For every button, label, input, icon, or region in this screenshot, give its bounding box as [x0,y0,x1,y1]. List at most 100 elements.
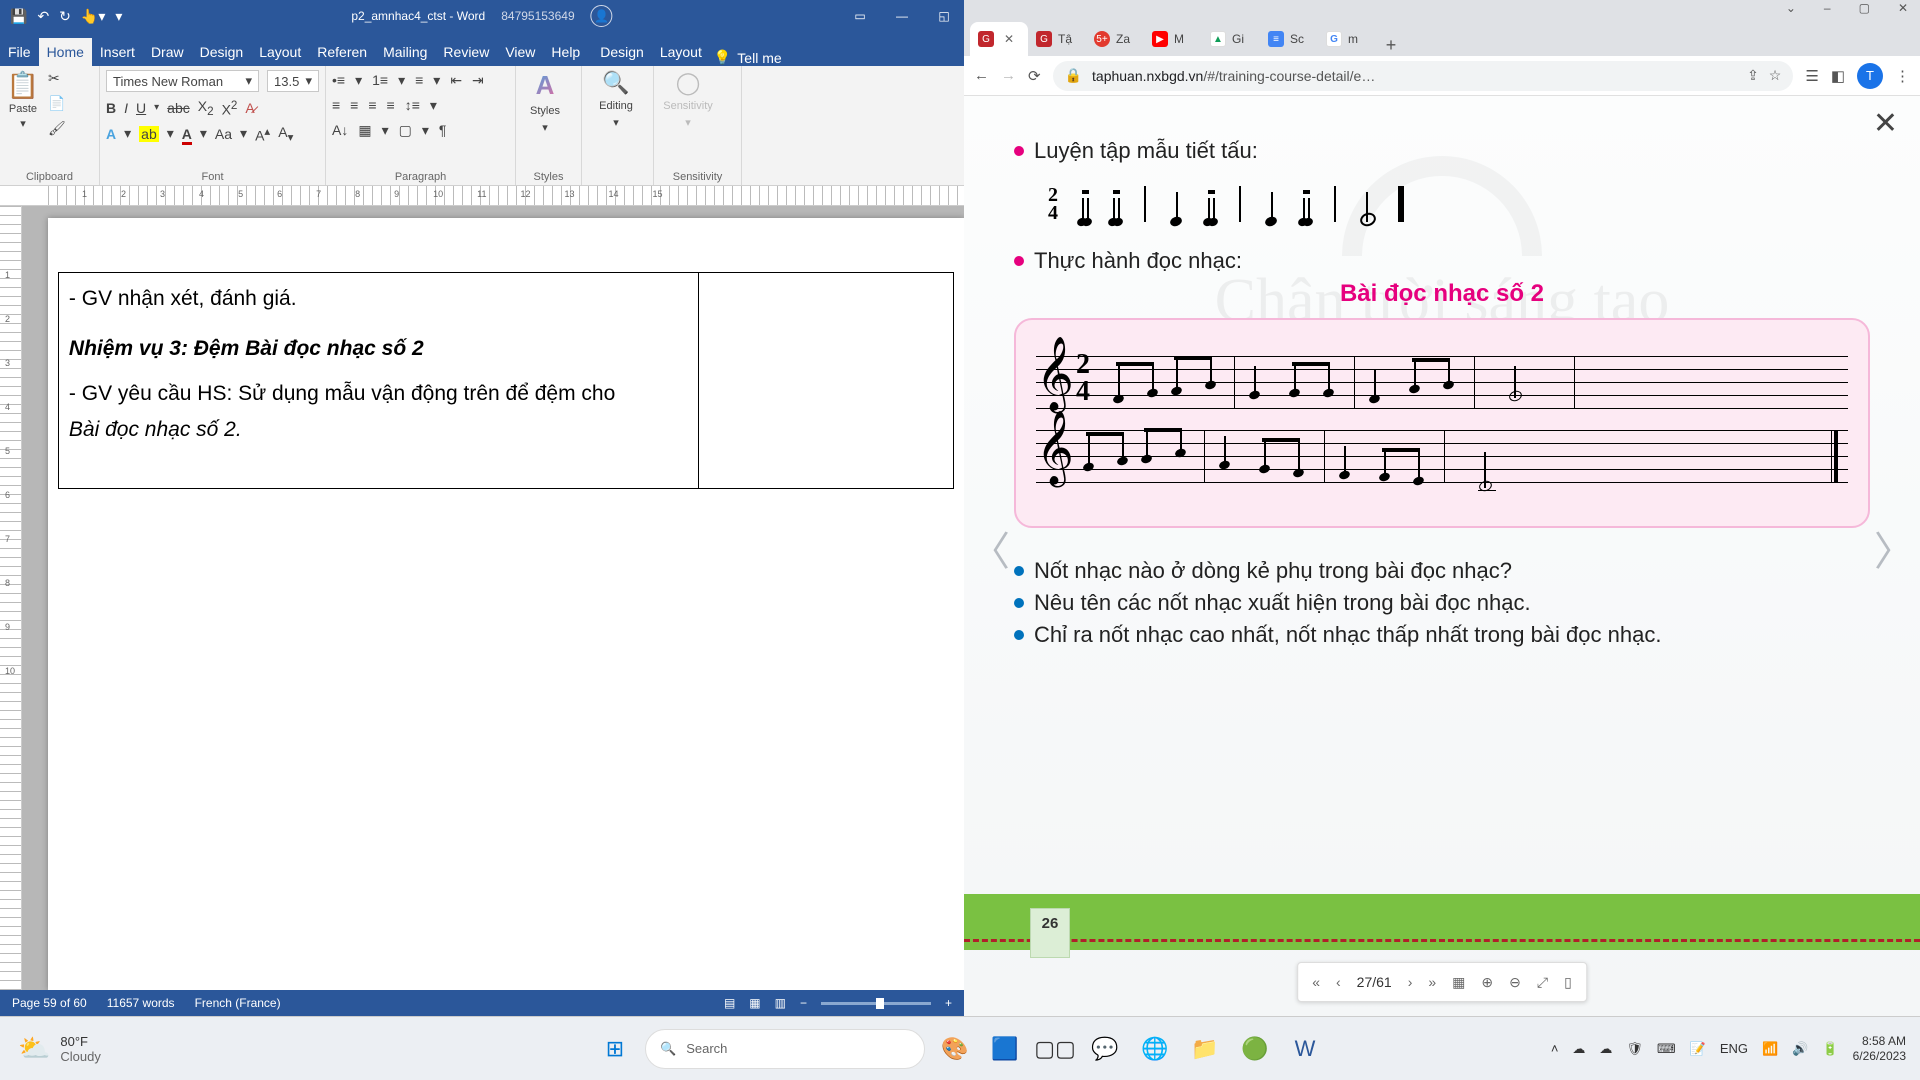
browser-tab[interactable]: Gm [1318,22,1376,56]
zoom-in-icon[interactable]: ⊕ [1481,974,1493,991]
volume-icon[interactable]: 🔊 [1792,1041,1808,1057]
read-mode-icon[interactable]: ▤ [724,996,735,1010]
onedrive-icon[interactable]: ☁ [1599,1041,1612,1057]
font-name-combo[interactable]: Times New Roman▾ [106,70,259,92]
shrink-font-button[interactable]: A▾ [278,124,293,144]
tab-insert[interactable]: Insert [92,38,143,66]
tray-chevron-icon[interactable]: ˄ [1551,1041,1559,1056]
tab-review[interactable]: Review [435,38,497,66]
show-marks-button[interactable]: ¶ [439,122,447,139]
forward-icon[interactable]: → [1001,67,1016,84]
styles-button[interactable]: A Styles▾ [522,70,568,134]
tab-view[interactable]: View [497,38,543,66]
increase-indent-button[interactable]: ⇥ [472,72,484,89]
paste-button[interactable]: 📋 Paste ▾ [6,70,40,130]
prev-page-icon[interactable]: ‹ [1336,974,1341,990]
tab-references[interactable]: Referen [309,38,375,66]
zoom-out-icon[interactable]: − [800,996,807,1010]
restore-icon[interactable]: ◱ [924,9,964,23]
user-avatar-icon[interactable]: 👤 [591,5,613,27]
font-color-button[interactable]: A [182,126,192,142]
start-button[interactable]: ⊞ [595,1029,635,1069]
next-page-icon[interactable]: 〉 [1874,519,1914,577]
cut-icon[interactable]: ✂ [48,70,66,87]
reload-icon[interactable]: ⟳ [1028,67,1041,85]
align-left-button[interactable]: ≡ [332,97,340,114]
maximize-icon[interactable]: ▢ [1859,1,1870,15]
line-spacing-button[interactable]: ↕≡ [405,97,420,114]
minimize-icon[interactable]: — [882,9,922,23]
chevron-down-icon[interactable]: ⌄ [1786,1,1796,15]
copy-icon[interactable]: 📄 [48,95,66,112]
tab-help[interactable]: Help [543,38,588,66]
taskbar-search[interactable]: 🔍 Search [645,1029,925,1069]
zoom-slider[interactable] [821,1002,931,1005]
kebab-menu-icon[interactable]: ⋮ [1895,67,1910,85]
align-right-button[interactable]: ≡ [368,97,376,114]
format-painter-icon[interactable]: 🖌 [48,120,66,137]
justify-button[interactable]: ≡ [387,97,395,114]
bullets-button[interactable]: •≡ [332,72,345,89]
underline-button[interactable]: U [136,100,146,116]
word-count[interactable]: 11657 words [107,996,175,1010]
onedrive-icon[interactable]: ☁ [1572,1041,1585,1057]
task-view-icon[interactable]: ▢▢ [1035,1029,1075,1069]
reading-list-icon[interactable]: ☰ [1805,67,1818,85]
grow-font-button[interactable]: A▴ [255,124,270,144]
multilevel-button[interactable]: ≡ [415,72,423,89]
clear-format-icon[interactable]: A̷ [245,100,254,116]
browser-tab[interactable]: ▲Gi [1202,22,1260,56]
tab-home[interactable]: Home [39,38,92,66]
back-icon[interactable]: ← [974,67,989,84]
undo-icon[interactable]: ↶ [37,8,49,25]
tab-design[interactable]: Design [192,38,252,66]
tab-mailings[interactable]: Mailing [375,38,435,66]
redo-icon[interactable]: ↻ [59,8,71,25]
edge-icon[interactable]: 🌐 [1135,1029,1175,1069]
editing-button[interactable]: 🔍 Editing▾ [588,70,644,129]
weather-widget[interactable]: ⛅ 80°F Cloudy [0,1033,101,1064]
document-page[interactable]: - GV nhận xét, đánh giá. Nhiệm vụ 3: Đệm… [48,218,964,990]
ribbon-display-icon[interactable]: ▭ [840,9,880,23]
text-effects-button[interactable]: A [106,126,116,142]
first-page-icon[interactable]: « [1312,974,1320,990]
horizontal-ruler[interactable]: 123456789101112131415 [0,186,964,206]
ime-icon[interactable]: 📝 [1690,1041,1706,1057]
browser-tab[interactable]: GTậ [1028,22,1086,56]
minimize-icon[interactable]: – [1824,1,1831,15]
browser-tab[interactable]: G✕ [970,22,1028,56]
document-table[interactable]: - GV nhận xét, đánh giá. Nhiệm vụ 3: Đệm… [58,272,954,489]
print-layout-icon[interactable]: ▦ [749,996,760,1010]
side-panel-icon[interactable]: ◧ [1831,67,1845,85]
prev-page-icon[interactable]: 〈 [970,519,1010,577]
align-center-button[interactable]: ≡ [350,97,358,114]
change-case-button[interactable]: Aa [215,126,232,142]
vertical-ruler[interactable]: 12345678910 [0,206,22,990]
address-bar[interactable]: 🔒 taphuan.nxbgd.vn/#/training-course-det… [1053,61,1794,91]
fullscreen-icon[interactable]: ⤢ [1537,974,1548,991]
subscript-button[interactable]: X2 [198,98,214,118]
superscript-button[interactable]: X2 [222,99,238,118]
tab-table-design[interactable]: Design [592,38,652,66]
close-overlay-icon[interactable]: ✕ [1873,106,1898,141]
bookmark-icon[interactable]: ☆ [1769,67,1782,84]
decrease-indent-button[interactable]: ⇤ [450,72,462,89]
zoom-in-icon[interactable]: + [945,996,952,1010]
widgets-icon[interactable]: 🟦 [985,1029,1025,1069]
next-page-icon[interactable]: › [1408,974,1413,990]
touch-icon[interactable]: 👆▾ [81,8,105,25]
security-icon[interactable]: 🛡 [1626,1041,1643,1057]
sort-button[interactable]: A↓ [332,122,348,139]
tab-table-layout[interactable]: Layout [652,38,710,66]
close-tab-icon[interactable]: ✕ [1004,32,1014,46]
browser-tab[interactable]: 5+Za [1086,22,1144,56]
zoom-out-icon[interactable]: ⊖ [1509,974,1521,991]
profile-avatar[interactable]: T [1857,63,1883,89]
strikethrough-button[interactable]: abc [167,100,190,116]
close-icon[interactable]: ✕ [1898,1,1908,15]
thumbnails-icon[interactable]: ▦ [1452,974,1465,991]
tab-file[interactable]: File [0,38,39,66]
qat-more-icon[interactable]: ▾ [115,8,122,25]
language-indicator[interactable]: French (France) [195,996,281,1010]
single-page-icon[interactable]: ▯ [1564,974,1572,991]
